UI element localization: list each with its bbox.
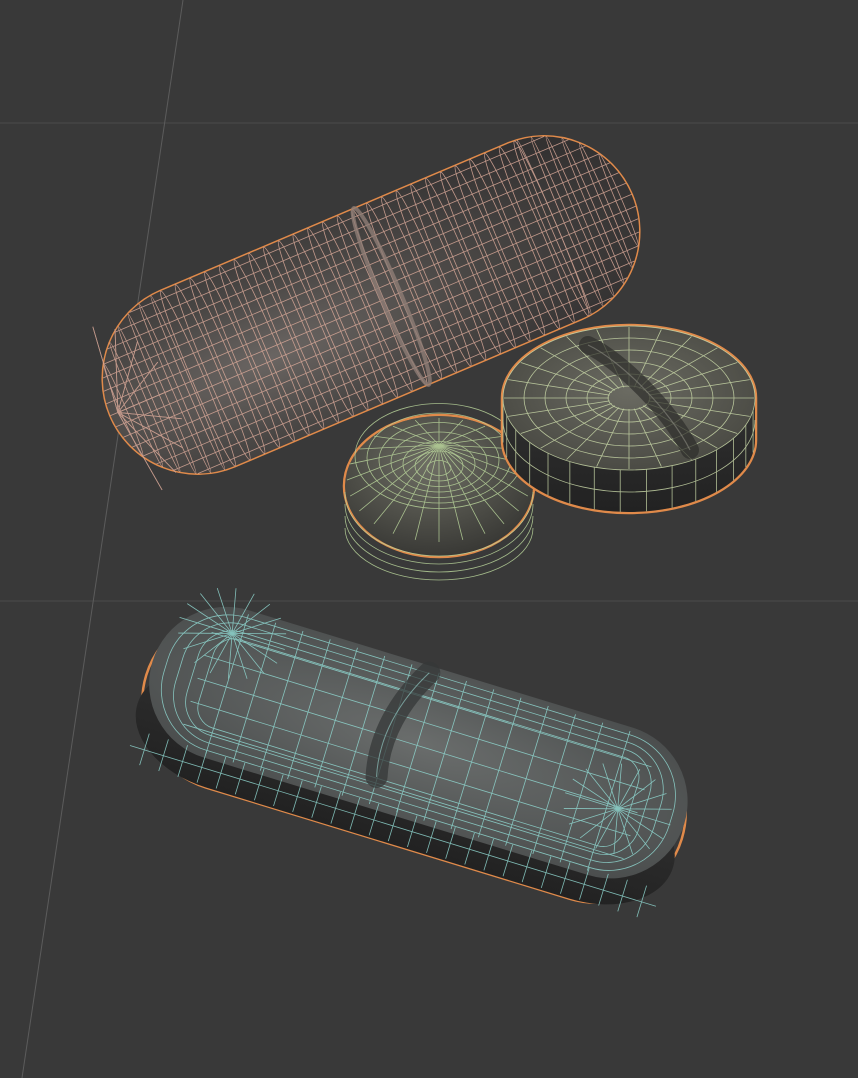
axis-line [21,0,184,1078]
scored-disc-tablet-mesh[interactable] [500,323,758,515]
scored-oblong-tablet-mesh[interactable] [120,571,714,925]
3d-viewport[interactable] [0,0,858,1078]
